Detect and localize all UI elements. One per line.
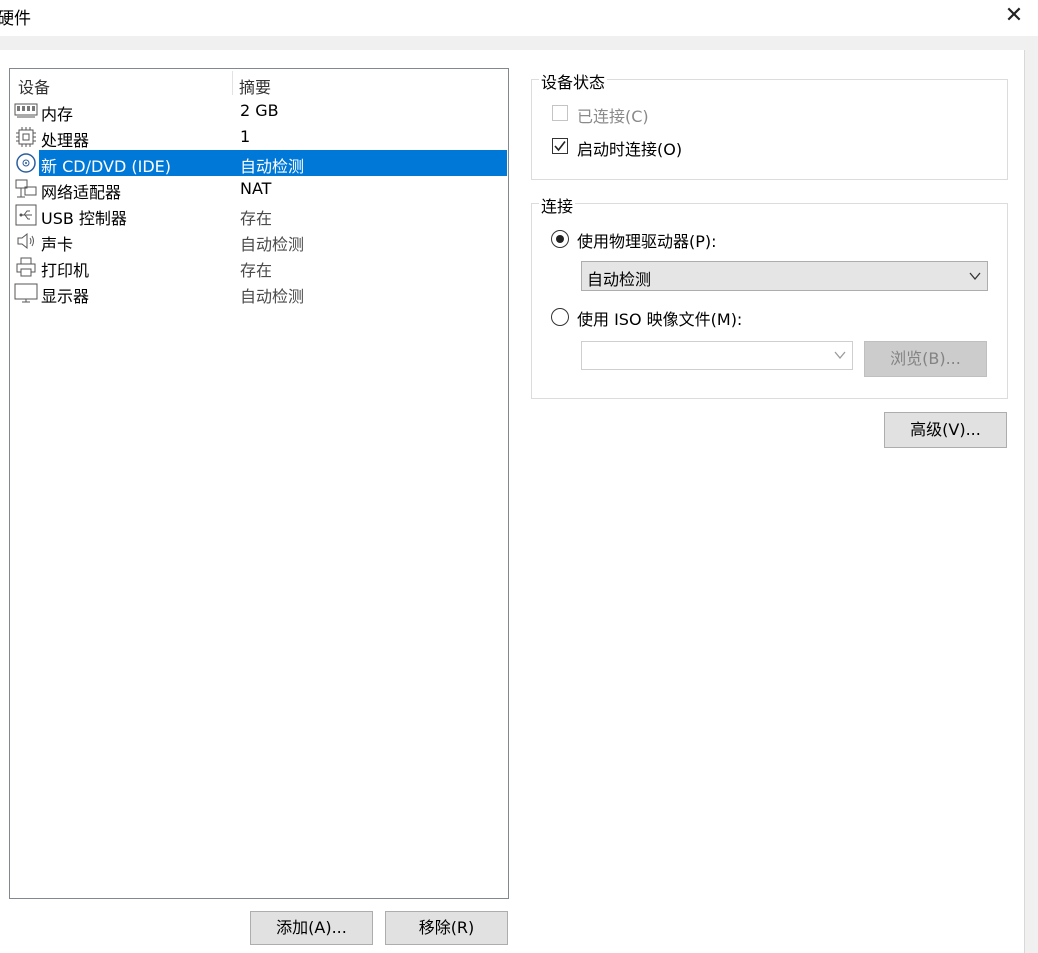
connected-label: 已连接(C) <box>577 107 649 126</box>
device-status-group <box>531 79 1008 180</box>
device-summary: 1 <box>240 127 251 146</box>
window-title: 硬件 <box>0 9 31 29</box>
radio-dot <box>556 235 564 243</box>
device-summary: 自动检测 <box>240 235 305 254</box>
advanced-button[interactable]: 高级(V)... <box>884 412 1007 448</box>
device-summary: NAT <box>240 179 272 198</box>
device-row-processor[interactable]: 处理器 1 <box>10 124 508 150</box>
device-name: 显示器 <box>41 287 90 306</box>
device-summary: 自动检测 <box>240 157 305 176</box>
browse-button[interactable]: 浏览(B)... <box>864 341 987 377</box>
device-row-network-adapter[interactable]: 网络适配器 NAT <box>10 176 508 202</box>
usb-icon <box>14 204 38 226</box>
printer-icon <box>14 256 38 278</box>
device-summary: 存在 <box>240 209 273 228</box>
device-name: 新 CD/DVD (IDE) <box>41 157 171 176</box>
chevron-down-icon <box>834 351 846 360</box>
speaker-icon <box>14 230 38 252</box>
remove-button[interactable]: 移除(R) <box>385 911 508 945</box>
use-physical-drive-label: 使用物理驱动器(P): <box>577 232 717 251</box>
use-iso-radio[interactable] <box>551 308 569 326</box>
network-adapter-icon <box>14 178 38 200</box>
device-name: 打印机 <box>41 261 90 280</box>
use-physical-drive-radio[interactable] <box>551 230 569 248</box>
column-header-summary[interactable]: 摘要 <box>239 74 271 98</box>
close-icon[interactable]: ✕ <box>1002 2 1026 30</box>
device-status-title: 设备状态 <box>539 69 608 93</box>
connection-title: 连接 <box>539 193 576 217</box>
chevron-down-icon <box>969 272 981 281</box>
connect-at-power-on-label: 启动时连接(O) <box>577 140 683 159</box>
title-bar: 硬件 ✕ <box>0 0 1038 36</box>
device-summary: 存在 <box>240 261 273 280</box>
physical-drive-select[interactable]: 自动检测 <box>581 261 988 291</box>
device-list[interactable]: 设备 摘要 内存 2 GB 处理器 1 新 CD/DVD (IDE) 自动检测 … <box>9 68 509 899</box>
checkmark-icon <box>554 141 566 152</box>
add-button[interactable]: 添加(A)... <box>250 911 373 945</box>
connect-at-power-on-checkbox[interactable] <box>552 138 568 154</box>
device-row-printer[interactable]: 打印机 存在 <box>10 254 508 280</box>
device-summary: 自动检测 <box>240 287 305 306</box>
use-iso-label: 使用 ISO 映像文件(M): <box>577 310 743 329</box>
memory-icon <box>14 100 38 122</box>
cd-dvd-icon <box>14 152 38 174</box>
device-row-memory[interactable]: 内存 2 GB <box>10 98 508 124</box>
device-summary: 2 GB <box>240 101 279 120</box>
device-name: 声卡 <box>41 235 74 254</box>
right-edge <box>1024 50 1038 953</box>
device-row-display[interactable]: 显示器 自动检测 <box>10 280 508 306</box>
connected-checkbox[interactable] <box>552 105 568 121</box>
physical-drive-value: 自动检测 <box>587 270 652 289</box>
processor-icon <box>14 126 38 148</box>
device-row-cd-dvd[interactable]: 新 CD/DVD (IDE) 自动检测 <box>10 150 508 176</box>
column-separator[interactable] <box>232 71 233 95</box>
device-name: 网络适配器 <box>41 183 122 202</box>
column-header-device[interactable]: 设备 <box>18 74 50 98</box>
device-row-usb-controller[interactable]: USB 控制器 存在 <box>10 202 508 228</box>
monitor-icon <box>14 282 38 304</box>
list-header: 设备 摘要 <box>10 69 508 97</box>
device-row-sound-card[interactable]: 声卡 自动检测 <box>10 228 508 254</box>
device-name: 处理器 <box>41 131 90 150</box>
device-name: 内存 <box>41 105 74 124</box>
device-name: USB 控制器 <box>41 209 127 228</box>
iso-path-input[interactable] <box>581 341 853 370</box>
